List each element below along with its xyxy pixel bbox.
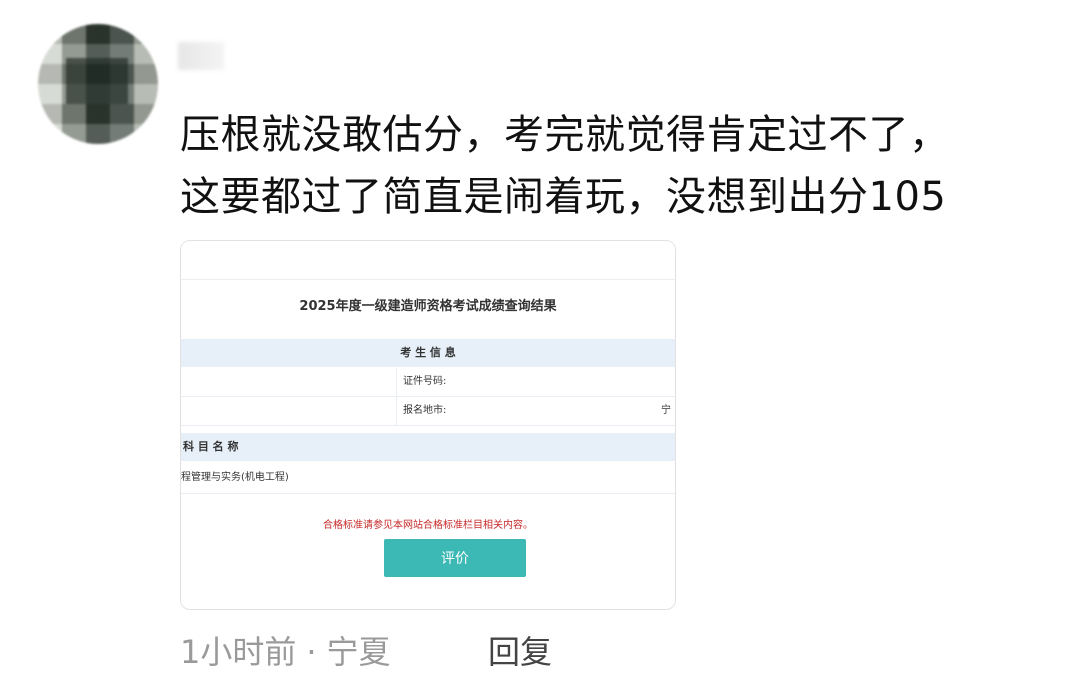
evaluate-button[interactable]: 评价 (384, 539, 526, 577)
card-top-band (181, 241, 675, 280)
comment-text: 压根就没敢估分，考完就觉得肯定过不了， 这要都过了简直是闹着玩，没想到出分105 (180, 104, 1040, 228)
subject-header-label: 科 目 名 称 (183, 440, 239, 453)
region-row: 报名地市: 宁 (181, 397, 675, 426)
region-row-left-cell (181, 397, 397, 425)
subject-name: 程管理与实务(机电工程) (181, 463, 675, 494)
comment-line-2: 这要都过了简直是闹着玩，没想到出分105 (180, 174, 947, 220)
username-blurred[interactable] (178, 42, 224, 70)
id-label: 证件号码: (403, 376, 447, 387)
location: 宁夏 (326, 633, 391, 671)
time-ago: 1小时前 (180, 633, 297, 671)
id-row: 证件号码: (181, 368, 675, 397)
region-value: 宁 (661, 405, 671, 416)
meta-separator: · (306, 633, 317, 671)
screenshot-card[interactable]: 2025年度一级建造师资格考试成绩查询结果 考 生 信 息 证件号码: 报名地市… (180, 240, 676, 610)
result-title: 2025年度一级建造师资格考试成绩查询结果 (299, 299, 557, 314)
id-row-left-cell (181, 368, 397, 396)
subject-header: 科 目 名 称 (181, 433, 675, 461)
region-label: 报名地市: (403, 405, 447, 416)
comment-meta: 1小时前 · 宁夏 (180, 630, 391, 674)
comment-line-1: 压根就没敢估分，考完就觉得肯定过不了， (180, 112, 950, 158)
pass-standard-notice: 合格标准请参见本网站合格标准栏目相关内容。 (323, 520, 533, 531)
avatar[interactable] (38, 24, 158, 144)
candidate-info-header: 考 生 信 息 (181, 339, 675, 367)
reply-button[interactable]: 回复 (488, 630, 552, 674)
